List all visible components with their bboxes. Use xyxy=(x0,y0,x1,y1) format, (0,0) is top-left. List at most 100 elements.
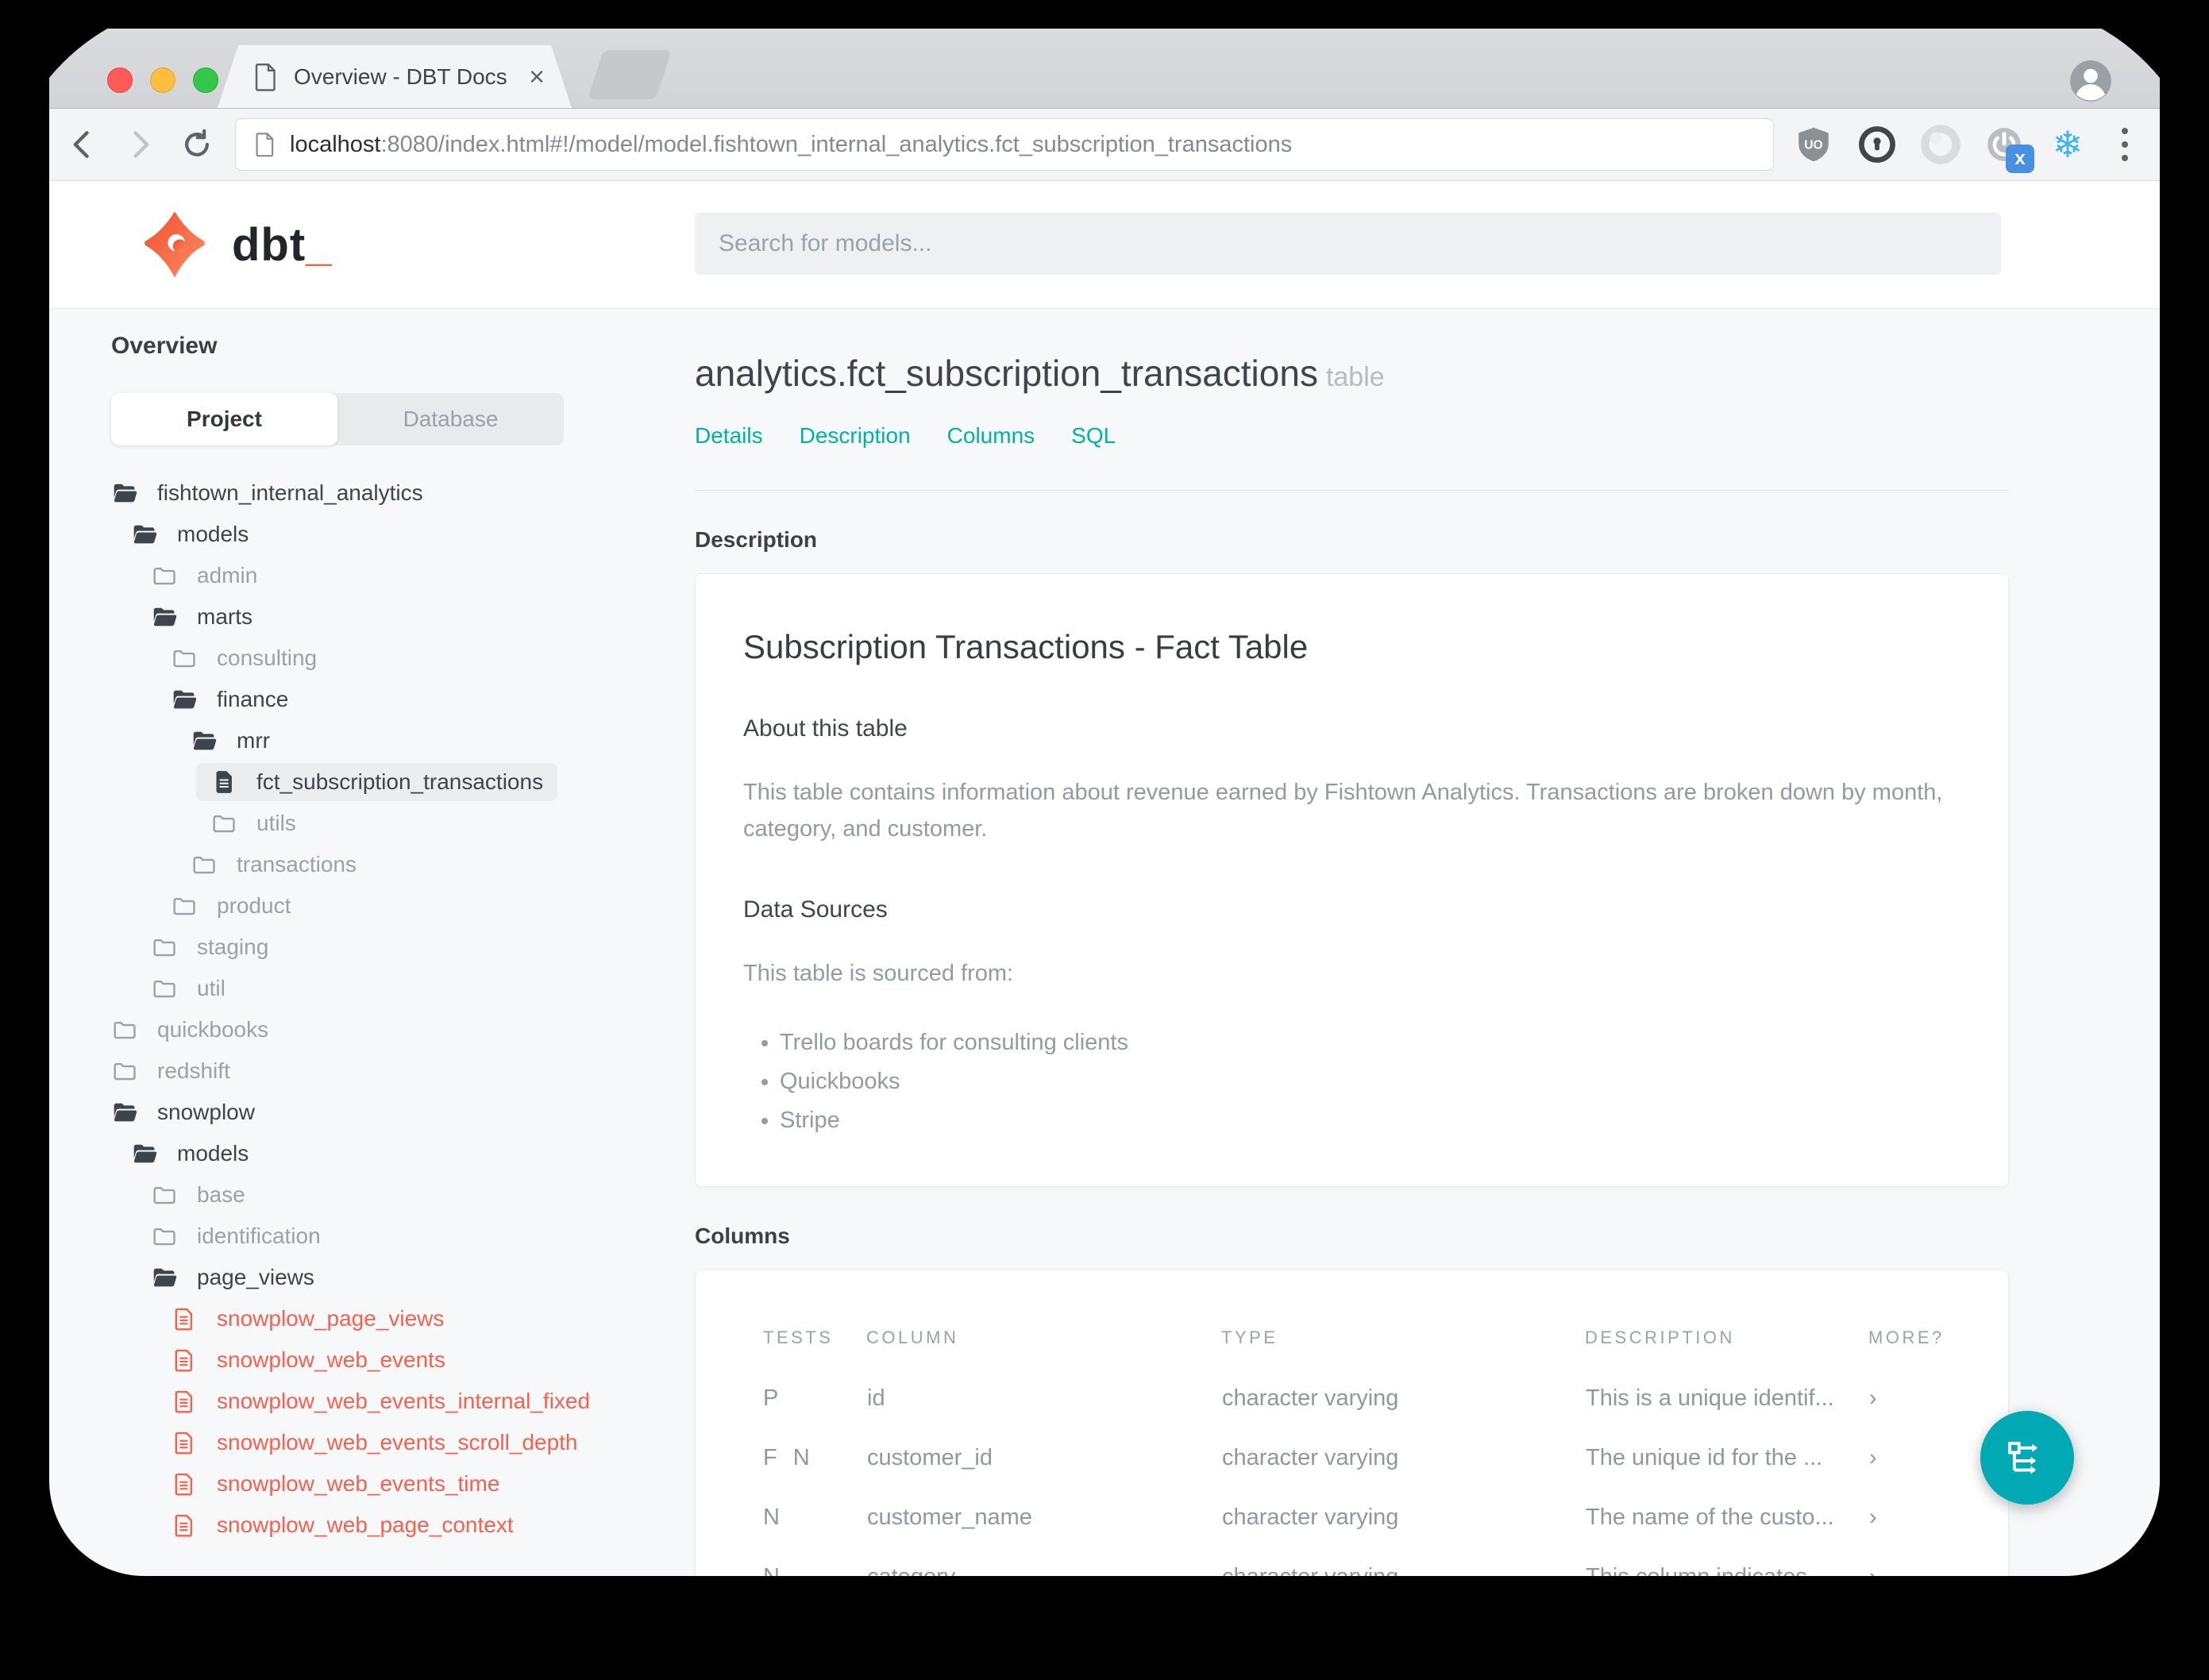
model-file-icon xyxy=(175,1390,192,1413)
nav-link-sql[interactable]: SQL xyxy=(1071,423,1116,449)
extension-circle-icon[interactable] xyxy=(1920,124,1961,165)
about-heading: About this table xyxy=(743,715,908,742)
tree-item-models: models xyxy=(97,514,695,555)
tests-cell: N xyxy=(696,1547,866,1576)
tree-item-link[interactable]: consulting xyxy=(156,639,331,677)
columns-card: TESTS COLUMN TYPE DESCRIPTION MORE? Pid chara… xyxy=(695,1270,2009,1576)
table-row[interactable]: Ncategorycharacter varyingThis column in… xyxy=(696,1547,2008,1576)
close-window-button[interactable] xyxy=(107,67,133,93)
tree-item-label: snowplow_web_page_context xyxy=(217,1512,514,1537)
nav-link-details[interactable]: Details xyxy=(695,423,763,449)
tree-item-link[interactable]: product xyxy=(156,887,305,925)
tree-item-link[interactable]: quickbooks xyxy=(97,1011,283,1049)
type-cell: character varying xyxy=(1222,1445,1399,1470)
sources-heading: Data Sources xyxy=(743,896,888,923)
browser-toolbar: localhost:8080/index.html#!/model/model.… xyxy=(49,109,2160,181)
nav-link-columns[interactable]: Columns xyxy=(947,423,1035,449)
tree-item-link[interactable]: snowplow_web_events_internal_fixed xyxy=(156,1382,604,1420)
tree-item-link[interactable]: fct_subscription_transactions xyxy=(196,763,558,801)
table-row[interactable]: F N customer_id character varying The uniqu… xyxy=(696,1428,2008,1488)
dbt-logo[interactable]: dbt_ xyxy=(138,208,332,281)
folder-closed-icon xyxy=(213,815,235,833)
browser-menu-icon[interactable] xyxy=(2111,128,2139,161)
tree-item-link[interactable]: snowplow xyxy=(97,1093,269,1131)
minimize-window-button[interactable] xyxy=(150,67,175,93)
zoom-window-button[interactable] xyxy=(193,67,218,93)
tree-item-link[interactable]: snowplow_web_page_context xyxy=(156,1506,528,1544)
profile-avatar-icon[interactable] xyxy=(2066,56,2115,106)
tree-item-label: fishtown_internal_analytics xyxy=(157,480,423,505)
tree-item-link[interactable]: identification xyxy=(137,1217,335,1255)
table-row[interactable]: Pid character varying This is a unique ide… xyxy=(696,1369,2008,1428)
onepassword-icon[interactable] xyxy=(1856,124,1898,165)
description-section-heading: Description xyxy=(695,527,818,552)
snowflake-icon[interactable]: ❄ xyxy=(2047,124,2088,165)
table-row[interactable]: Ncustomer_name character varying The name … xyxy=(696,1488,2008,1547)
address-bar[interactable]: localhost:8080/index.html#!/model/model.… xyxy=(235,118,1774,171)
proxy-power-icon[interactable]: x xyxy=(1983,124,2034,173)
tree-item-label: utils xyxy=(256,811,296,835)
folder-open-icon xyxy=(153,1268,177,1287)
tree-item-link[interactable]: models xyxy=(117,515,263,553)
proxy-x-badge: x xyxy=(2006,144,2034,173)
tree-item-link[interactable]: transactions xyxy=(176,846,371,884)
anchor-nav: Details Description Columns SQL xyxy=(695,423,2009,449)
folder-open-icon xyxy=(133,525,157,544)
ublock-origin-icon[interactable]: UO xyxy=(1793,124,1834,165)
tree-item-link[interactable]: redshift xyxy=(97,1052,245,1090)
model-file-icon xyxy=(216,771,232,793)
tab-close-icon[interactable]: × xyxy=(529,64,545,91)
tree-item-link[interactable]: staging xyxy=(137,928,283,966)
tree-item-staging: staging xyxy=(97,927,695,968)
reload-button-icon[interactable] xyxy=(173,121,221,168)
new-tab-button[interactable] xyxy=(587,50,673,99)
tree-item-label: page_views xyxy=(197,1265,314,1289)
columns-table: TESTS COLUMN TYPE DESCRIPTION MORE? Pid chara… xyxy=(696,1286,2008,1576)
tree-item-link[interactable]: models xyxy=(117,1135,263,1173)
tree-item-link[interactable]: admin xyxy=(137,557,272,595)
lineage-graph-button[interactable] xyxy=(1980,1411,2074,1505)
tree-item-label: util xyxy=(197,976,226,1000)
forward-button-icon[interactable] xyxy=(116,121,164,168)
tree-item-link[interactable]: snowplow_page_views xyxy=(156,1300,458,1338)
tree-item-link[interactable]: finance xyxy=(156,680,303,719)
type-cell: character varying xyxy=(1221,1547,1585,1576)
expand-chevron-icon[interactable]: › xyxy=(1868,1488,2008,1547)
folder-closed-icon xyxy=(114,1022,136,1039)
dbt-wordmark: dbt_ xyxy=(232,218,333,271)
tree-item-link[interactable]: mrr xyxy=(176,722,284,760)
tree-item-label: staging xyxy=(197,934,269,959)
description-cell: The unique id for the ... xyxy=(1586,1445,1823,1470)
tab-database[interactable]: Database xyxy=(337,393,564,445)
tree-item-link[interactable]: util xyxy=(137,969,240,1008)
column-header-more: MORE? xyxy=(1868,1327,1945,1347)
nav-link-description[interactable]: Description xyxy=(800,423,911,449)
back-button-icon[interactable] xyxy=(59,121,106,168)
tree-item-label: models xyxy=(177,522,249,546)
column-header-tests: TESTS xyxy=(763,1327,834,1347)
browser-tab[interactable]: Overview - DBT Docs × xyxy=(218,45,572,108)
folder-open-icon xyxy=(193,731,217,750)
url-text: localhost:8080/index.html#!/model/model.… xyxy=(290,132,1292,158)
tree-item-link[interactable]: page_views xyxy=(137,1258,329,1297)
tree-item-link[interactable]: snowplow_web_events_time xyxy=(156,1465,514,1503)
tree-item-marts: marts xyxy=(97,596,695,638)
tree-item-label: mrr xyxy=(237,728,270,753)
tree-item-label: snowplow_web_events_internal_fixed xyxy=(217,1389,591,1413)
folder-open-icon xyxy=(114,1103,137,1122)
expand-chevron-icon[interactable]: › xyxy=(1868,1369,2008,1428)
tree-item-link[interactable]: marts xyxy=(137,598,267,636)
tree-item-page_views: page_views xyxy=(97,1257,695,1298)
extension-buttons: UO x ❄ xyxy=(1793,124,2139,173)
tree-item-link[interactable]: fishtown_internal_analytics xyxy=(97,474,438,512)
tree-item-label: snowplow_web_events xyxy=(217,1347,445,1372)
tab-project[interactable]: Project xyxy=(111,393,337,445)
tree-item-link[interactable]: base xyxy=(137,1176,260,1214)
tree-item-link[interactable]: snowplow_web_events xyxy=(156,1341,460,1379)
tree-item-link[interactable]: snowplow_web_events_scroll_depth xyxy=(156,1424,592,1462)
page-icon xyxy=(254,63,278,91)
tree-item-link[interactable]: utils xyxy=(196,804,310,842)
expand-chevron-icon[interactable]: › xyxy=(1868,1547,2008,1576)
tab-strip: Overview - DBT Docs × xyxy=(49,29,2160,109)
search-input[interactable] xyxy=(695,213,2001,275)
